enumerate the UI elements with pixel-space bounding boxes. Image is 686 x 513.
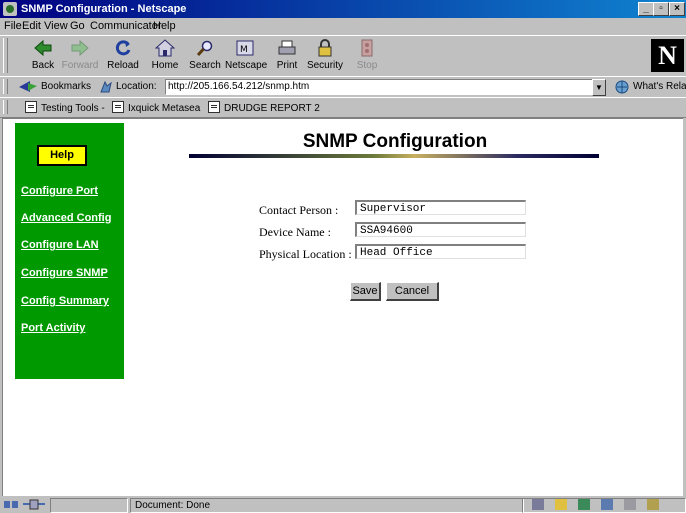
menu-view[interactable]: View xyxy=(44,20,68,32)
menu-help[interactable]: Help xyxy=(153,20,176,32)
save-button[interactable]: Save xyxy=(350,282,381,301)
address-book-icon[interactable] xyxy=(624,499,636,510)
composer-icon[interactable] xyxy=(601,499,613,510)
home-label: Home xyxy=(151,60,179,71)
close-icon[interactable]: × xyxy=(669,2,685,16)
security-status-icon[interactable] xyxy=(22,499,46,510)
bookmark-drudge-report[interactable]: DRUDGE REPORT 2 xyxy=(208,101,320,114)
physical-location-input[interactable]: Head Office xyxy=(355,244,526,259)
toolbar-grip[interactable] xyxy=(3,38,8,73)
whats-related-icon[interactable] xyxy=(614,80,630,94)
device-name-input[interactable]: SSA94600 xyxy=(355,222,526,237)
bookmark-ixquick[interactable]: Ixquick Metasea xyxy=(112,101,200,114)
reload-icon xyxy=(115,40,131,56)
netscape-logo[interactable]: N xyxy=(651,39,684,72)
menu-communicator[interactable]: Communicator xyxy=(90,20,162,32)
forward-button[interactable]: Forward xyxy=(60,38,100,74)
sidebar-link-configure-port[interactable]: Configure Port xyxy=(21,185,98,197)
security-button[interactable]: Security xyxy=(305,38,345,74)
back-button[interactable]: Back xyxy=(23,38,63,74)
window-titlebar: SNMP Configuration - Netscape _ ▫ × xyxy=(0,0,686,18)
status-text: Document: Done xyxy=(130,498,524,513)
home-button[interactable]: Home xyxy=(145,38,185,74)
instant-message-icon[interactable] xyxy=(647,499,659,510)
stop-icon xyxy=(361,39,373,57)
stop-label: Stop xyxy=(356,60,378,71)
netscape-label: Netscape xyxy=(225,60,268,71)
security-label: Security xyxy=(306,60,344,71)
netscape-button[interactable]: M Netscape xyxy=(225,38,268,74)
back-arrow-icon xyxy=(34,39,52,57)
discussion-icon[interactable] xyxy=(578,499,590,510)
menu-edit[interactable]: Edit xyxy=(22,20,41,32)
lock-icon xyxy=(318,39,332,57)
menu-bar: File Edit View Go Communicator Help xyxy=(0,18,686,34)
location-page-icon[interactable] xyxy=(99,80,113,93)
search-button[interactable]: Search xyxy=(185,38,225,74)
title-divider xyxy=(189,154,599,158)
status-bar: Document: Done xyxy=(0,496,686,513)
menu-file[interactable]: File xyxy=(4,20,22,32)
url-input[interactable]: http://205.166.54.212/snmp.htm xyxy=(165,79,594,95)
menu-go[interactable]: Go xyxy=(70,20,85,32)
sidebar-nav: Help Configure Port Advanced Config Conf… xyxy=(15,123,124,379)
sidebar-link-configure-snmp[interactable]: Configure SNMP xyxy=(21,267,108,279)
location-toolbar: Bookmarks Location: http://205.166.54.21… xyxy=(0,76,686,98)
bookmarks-icon[interactable] xyxy=(18,80,38,93)
forward-label: Forward xyxy=(61,60,99,71)
navigation-toolbar: Back Forward Reload Home Search M Netsca… xyxy=(0,35,686,77)
contact-person-input[interactable]: Supervisor xyxy=(355,200,526,215)
physical-location-label: Physical Location : xyxy=(259,247,352,261)
bookmark-label: DRUDGE REPORT 2 xyxy=(224,103,320,114)
sidebar-link-port-activity[interactable]: Port Activity xyxy=(21,322,85,334)
sidebar-link-configure-lan[interactable]: Configure LAN xyxy=(21,239,99,251)
bookmark-label: Ixquick Metasea xyxy=(128,103,201,114)
search-icon xyxy=(196,40,213,57)
bookmark-folder-icon xyxy=(25,101,37,113)
cancel-button[interactable]: Cancel xyxy=(386,282,439,301)
printer-icon xyxy=(278,40,296,55)
url-dropdown-icon[interactable]: ▼ xyxy=(592,79,606,96)
location-label: Location: xyxy=(116,81,157,92)
window-title: SNMP Configuration - Netscape xyxy=(21,3,187,15)
back-label: Back xyxy=(31,60,55,71)
search-label: Search xyxy=(189,60,221,71)
page-title: SNMP Configuration xyxy=(302,131,488,152)
bookmarks-button[interactable]: Bookmarks xyxy=(41,81,91,92)
stop-button[interactable]: Stop xyxy=(347,38,387,74)
svg-text:M: M xyxy=(240,45,248,55)
personal-grip[interactable] xyxy=(3,100,8,114)
minimize-icon[interactable]: _ xyxy=(638,2,654,16)
location-grip[interactable] xyxy=(3,79,8,94)
print-button[interactable]: Print xyxy=(267,38,307,74)
sidebar-link-advanced-config[interactable]: Advanced Config xyxy=(21,212,111,224)
page-content: Help Configure Port Advanced Config Conf… xyxy=(2,118,683,496)
progress-cell xyxy=(50,498,128,513)
mail-icon[interactable] xyxy=(555,499,567,510)
contact-person-label: Contact Person : xyxy=(259,203,339,217)
reload-label: Reload xyxy=(107,60,139,71)
personal-toolbar: Testing Tools - Ixquick Metasea DRUDGE R… xyxy=(0,97,686,118)
bookmark-label: Testing Tools - xyxy=(41,103,105,114)
navigator-icon[interactable] xyxy=(532,499,544,510)
bookmark-page-icon xyxy=(208,101,220,113)
maximize-icon[interactable]: ▫ xyxy=(653,2,669,16)
connection-status-icon[interactable] xyxy=(3,499,19,510)
home-icon xyxy=(155,39,175,57)
whats-related-button[interactable]: What's Related xyxy=(633,81,686,92)
print-label: Print xyxy=(276,60,298,71)
help-button[interactable]: Help xyxy=(37,145,87,166)
bookmark-testing-tools[interactable]: Testing Tools - xyxy=(25,101,105,114)
netscape-app-icon[interactable] xyxy=(3,2,17,16)
device-name-label: Device Name : xyxy=(259,225,331,239)
forward-arrow-icon xyxy=(71,39,89,57)
bookmark-page-icon xyxy=(112,101,124,113)
reload-button[interactable]: Reload xyxy=(103,38,143,74)
netscape-portal-icon: M xyxy=(236,40,254,56)
sidebar-link-config-summary[interactable]: Config Summary xyxy=(21,295,109,307)
